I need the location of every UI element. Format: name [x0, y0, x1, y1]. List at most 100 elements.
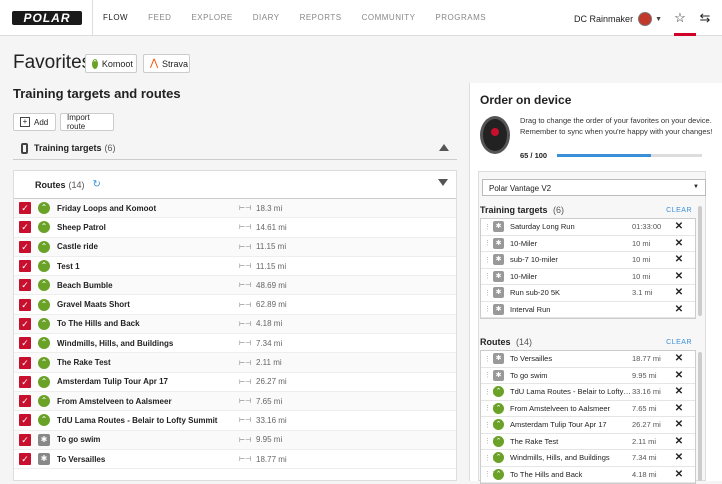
checkbox[interactable]: ✓	[19, 414, 31, 427]
nav-community[interactable]: COMMUNITY	[352, 0, 426, 36]
remove-icon[interactable]: ✕	[672, 238, 686, 249]
route-row[interactable]: ✓ ✱ To Versailles ⊢⊣ 18.77 mi	[14, 450, 456, 470]
route-row[interactable]: ✓ ⌃ Windmills, Hills, and Buildings ⊢⊣ 7.34 …	[14, 334, 456, 354]
checkbox[interactable]: ✓	[19, 298, 31, 311]
clear-targets-button[interactable]: CLEAR	[666, 207, 692, 214]
checkbox[interactable]: ✓	[19, 395, 31, 408]
remove-icon[interactable]: ✕	[672, 353, 686, 364]
remove-icon[interactable]: ✕	[672, 469, 686, 480]
checkbox[interactable]: ✓	[19, 337, 31, 350]
order-target-row[interactable]: ⋮⋮ ✱ Interval Run ✕	[481, 302, 695, 318]
drag-handle-icon[interactable]: ⋮⋮	[484, 404, 497, 412]
star-icon[interactable]: ☆	[671, 9, 689, 27]
route-row[interactable]: ✓ ⌃ From Amstelveen to Aalsmeer ⊢⊣ 7.65 mi	[14, 391, 456, 412]
routes-header[interactable]: Routes (14) ↻	[14, 171, 456, 199]
drag-handle-icon[interactable]: ⋮⋮	[484, 223, 497, 231]
nav-diary[interactable]: DIARY	[243, 0, 290, 36]
strava-filter-button[interactable]: ⋀ Strava	[143, 54, 190, 73]
route-row[interactable]: ✓ ⌃ Friday Loops and Komoot ⊢⊣ 18.3 mi	[14, 199, 456, 219]
drag-handle-icon[interactable]: ⋮⋮	[484, 437, 497, 445]
nav-feed[interactable]: FEED	[138, 0, 181, 36]
order-route-row[interactable]: ⋮⋮⌃ TdU Lama Routes - Belair to Lofty Sum…	[481, 384, 695, 401]
drag-handle-icon[interactable]: ⋮⋮	[484, 289, 497, 297]
remove-icon[interactable]: ✕	[672, 287, 686, 298]
device-select[interactable]: Polar Vantage V2 ▼	[482, 179, 706, 196]
remove-icon[interactable]: ✕	[672, 436, 686, 447]
order-route-row[interactable]: ⋮⋮ ⌃ Amsterdam Tulip Tour Apr 17 26.27 mi ✕	[481, 417, 695, 434]
checkbox[interactable]: ✓	[19, 221, 31, 234]
training-targets-header[interactable]: Training targets (6)	[13, 137, 457, 160]
nav-programs[interactable]: PROGRAMS	[425, 0, 496, 36]
checkbox[interactable]: ✓	[19, 240, 31, 253]
distance-icon: ⊢⊣	[239, 340, 252, 348]
drag-handle-icon[interactable]: ⋮⋮	[484, 239, 497, 247]
drag-handle-icon[interactable]: ⋮⋮	[484, 470, 497, 478]
order-target-row[interactable]: ⋮⋮ ✱ Run sub-20 5K 3.1 mi ✕	[481, 285, 695, 302]
order-route-row[interactable]: ⋮⋮ ⌃ The Rake Test 2.11 mi ✕	[481, 434, 695, 450]
order-route-row[interactable]: ⋮⋮ ✱ To Versailles 18.77 mi ✕	[481, 351, 695, 368]
order-route-row[interactable]: ⋮⋮ ✱ To go swim 9.95 mi ✕	[481, 368, 695, 384]
add-button[interactable]: + Add	[13, 113, 56, 131]
route-row[interactable]: ✓ ⌃ The Rake Test ⊢⊣ 2.11 mi	[14, 353, 456, 373]
checkbox[interactable]: ✓	[19, 356, 31, 369]
remove-icon[interactable]: ✕	[672, 386, 686, 397]
drag-handle-icon[interactable]: ⋮⋮	[484, 388, 497, 396]
order-target-row[interactable]: ⋮⋮ ✱ 10-Miler 10 mi ✕	[481, 236, 695, 252]
checkbox[interactable]: ✓	[19, 260, 31, 273]
order-route-row[interactable]: ⋮⋮ ⌃ Windmills, Hills, and Buildings 7.34 m…	[481, 450, 695, 467]
route-row[interactable]: ✓ ⌃ Gravel Maats Short ⊢⊣ 62.89 mi	[14, 295, 456, 315]
remove-icon[interactable]: ✕	[672, 403, 686, 414]
nav-reports[interactable]: REPORTS	[290, 0, 352, 36]
route-row[interactable]: ✓ ⌃ Beach Bumble ⊢⊣ 48.69 mi	[14, 276, 456, 296]
remove-icon[interactable]: ✕	[672, 271, 686, 282]
komoot-filter-button[interactable]: ⌃ Komoot	[85, 54, 137, 73]
checkbox[interactable]: ✓	[19, 279, 31, 292]
nav-flow[interactable]: FLOW	[92, 0, 138, 36]
order-target-row[interactable]: ⋮⋮ ✱ sub-7 10-miler 10 mi ✕	[481, 252, 695, 269]
checkbox[interactable]: ✓	[19, 317, 31, 330]
remove-icon[interactable]: ✕	[672, 254, 686, 265]
route-distance: 18.3 mi	[256, 203, 283, 213]
polar-logo[interactable]: POLAR	[12, 10, 82, 25]
remove-icon[interactable]: ✕	[672, 370, 686, 381]
scrollbar[interactable]	[698, 206, 702, 316]
checkbox[interactable]: ✓	[19, 453, 31, 465]
refresh-icon[interactable]: ↻	[93, 179, 101, 190]
clear-routes-button[interactable]: CLEAR	[666, 339, 692, 346]
route-row[interactable]: ✓ ✱ To go swim ⊢⊣ 9.95 mi	[14, 430, 456, 450]
remove-icon[interactable]: ✕	[672, 304, 686, 315]
order-target-row[interactable]: ⋮⋮ ✱ Saturday Long Run 01:33:00 ✕	[481, 219, 695, 236]
remove-icon[interactable]: ✕	[672, 452, 686, 463]
remove-icon[interactable]: ✕	[672, 221, 686, 232]
route-row[interactable]: ✓ ⌃ TdU Lama Routes - Belair to Lofty Summ…	[14, 411, 456, 431]
route-distance: 18.77 mi	[256, 454, 287, 464]
distance-icon: ⊢⊣	[239, 205, 252, 213]
remove-icon[interactable]: ✕	[672, 419, 686, 430]
sync-icon[interactable]: ⇆	[696, 9, 714, 27]
user-menu[interactable]: DC Rainmaker ▼	[574, 12, 662, 26]
checkbox[interactable]: ✓	[19, 202, 31, 215]
scrollbar[interactable]	[698, 352, 702, 481]
drag-handle-icon[interactable]: ⋮⋮	[484, 355, 497, 363]
import-route-button[interactable]: Import route	[60, 113, 114, 131]
order-target-row[interactable]: ⋮⋮ ✱ 10-Miler 10 mi ✕	[481, 269, 695, 285]
checkbox[interactable]: ✓	[19, 375, 31, 388]
drag-handle-icon[interactable]: ⋮⋮	[484, 256, 497, 264]
route-row[interactable]: ✓ ⌃ To The Hills and Back ⊢⊣ 4.18 mi	[14, 314, 456, 335]
expand-icon[interactable]	[438, 179, 448, 186]
drag-handle-icon[interactable]: ⋮⋮	[484, 305, 497, 313]
drag-handle-icon[interactable]: ⋮⋮	[484, 371, 497, 379]
drag-handle-icon[interactable]: ⋮⋮	[484, 421, 497, 429]
checkbox[interactable]: ✓	[19, 433, 31, 446]
collapse-icon[interactable]	[439, 144, 449, 151]
route-row[interactable]: ✓ ⌃ Amsterdam Tulip Tour Apr 17 ⊢⊣ 26.27 mi	[14, 373, 456, 392]
nav-explore[interactable]: EXPLORE	[181, 0, 242, 36]
komoot-icon: ⌃	[493, 468, 504, 480]
route-row[interactable]: ✓ ⌃ Test 1 ⊢⊣ 11.15 mi	[14, 257, 456, 277]
routes-label: Routes	[35, 179, 66, 190]
drag-handle-icon[interactable]: ⋮⋮	[484, 272, 497, 280]
drag-handle-icon[interactable]: ⋮⋮	[484, 454, 497, 462]
order-route-row[interactable]: ⋮⋮ ⌃ From Amstelveen to Aalsmeer 7.65 mi ✕	[481, 401, 695, 417]
route-row[interactable]: ✓ ⌃ Sheep Patrol ⊢⊣ 14.61 mi	[14, 218, 456, 238]
route-row[interactable]: ✓ ⌃ Castle ride ⊢⊣ 11.15 mi	[14, 237, 456, 257]
